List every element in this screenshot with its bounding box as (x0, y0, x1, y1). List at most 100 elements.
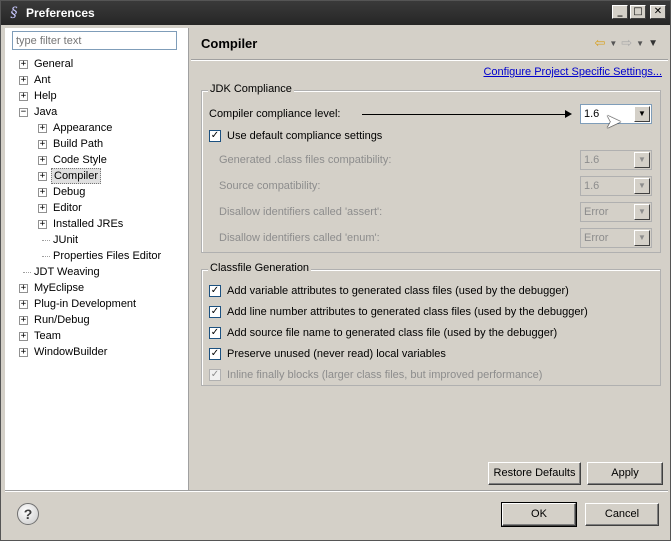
configure-project-settings-link[interactable]: Configure Project Specific Settings... (483, 66, 662, 78)
expand-icon[interactable]: + (19, 284, 28, 293)
chevron-down-icon[interactable]: ▼ (634, 204, 650, 220)
preferences-dialog: § Preferences _ □ ✕ +General+Ant+Help−Ja… (0, 0, 671, 541)
tree-item-plug-in-development[interactable]: + Plug-in Development (5, 296, 189, 312)
use-default-compliance-checkbox[interactable]: ✓ (209, 130, 221, 142)
view-menu-icon[interactable]: ▼ (648, 38, 658, 49)
page-title: Compiler (201, 36, 258, 51)
mouse-cursor-icon: ➤ (605, 111, 622, 133)
tree-connector (23, 272, 31, 273)
back-arrow-icon[interactable]: ⇦ (594, 36, 605, 50)
expand-icon[interactable]: + (19, 92, 28, 101)
tree-item-windowbuilder[interactable]: + WindowBuilder (5, 344, 189, 360)
tree-item-team[interactable]: + Team (5, 328, 189, 344)
source-compat-value: 1.6 (584, 180, 600, 192)
tree-item-compiler[interactable]: + Compiler (5, 168, 189, 184)
eclipse-icon: § (10, 5, 18, 21)
generated-compat-combo[interactable]: 1.6 ▼ (580, 150, 652, 170)
chevron-down-icon[interactable]: ▼ (634, 106, 650, 122)
restore-defaults-button[interactable]: Restore Defaults (488, 462, 581, 485)
expand-icon[interactable]: + (38, 204, 47, 213)
tree-item-label: Properties Files Editor (53, 250, 162, 262)
cancel-button[interactable]: Cancel (585, 503, 659, 526)
title-bar[interactable]: § Preferences _ □ ✕ (1, 1, 670, 25)
expand-icon[interactable]: + (19, 76, 28, 85)
chevron-down-icon[interactable]: ▼ (634, 230, 650, 246)
collapse-icon[interactable]: − (19, 108, 28, 117)
pointer-arrow-line (362, 114, 566, 115)
tree-item-help[interactable]: + Help (5, 88, 189, 104)
filter-input[interactable] (12, 31, 177, 50)
expand-icon[interactable]: + (38, 140, 47, 149)
preference-tree-pane: +General+Ant+Help−Java+Appearance+Build … (5, 28, 189, 490)
expand-icon[interactable]: + (38, 156, 47, 165)
compiler-page: Compiler ⇦ ▼ ⇨ ▼ ▼ Configure Project Spe… (191, 28, 668, 490)
assert-identifier-value: Error (584, 206, 609, 218)
classfile-option-label: Add line number attributes to generated … (227, 306, 588, 318)
tree-item-appearance[interactable]: + Appearance (5, 120, 189, 136)
source-compat-combo[interactable]: 1.6 ▼ (580, 176, 652, 196)
assert-identifier-combo[interactable]: Error ▼ (580, 202, 652, 222)
back-dropdown-icon[interactable]: ▼ (609, 39, 617, 48)
tree-item-debug[interactable]: + Debug (5, 184, 189, 200)
classfile-option-checkbox[interactable]: ✓ (209, 369, 221, 381)
tree-item-ant[interactable]: + Ant (5, 72, 189, 88)
preference-tree: + General + Ant + Help − Java + Appearance + Build … (5, 56, 189, 360)
tree-item-label: Code Style (53, 154, 107, 166)
expand-icon[interactable]: + (19, 60, 28, 69)
ok-button[interactable]: OK (501, 502, 577, 527)
classfile-option-row[interactable]: ✓ Add variable attributes to generated cl… (209, 282, 649, 300)
use-default-compliance-row[interactable]: ✓ Use default compliance settings (209, 127, 509, 145)
expand-icon[interactable]: + (19, 348, 28, 357)
tree-item-jdt-weaving[interactable]: JDT Weaving (5, 264, 189, 280)
expand-icon[interactable]: + (19, 332, 28, 341)
classfile-generation-group: Classfile Generation ✓ Add variable attri… (201, 262, 661, 386)
classfile-option-row[interactable]: ✓ Inline finally blocks (larger class fil… (209, 366, 649, 384)
chevron-down-icon[interactable]: ▼ (634, 178, 650, 194)
classfile-option-checkbox[interactable]: ✓ (209, 306, 221, 318)
classfile-option-checkbox[interactable]: ✓ (209, 348, 221, 360)
source-compat-label: Source compatibility: (219, 180, 321, 192)
footer-separator (5, 490, 668, 492)
help-icon[interactable]: ? (17, 503, 39, 525)
maximize-button[interactable]: □ (630, 5, 646, 19)
tree-item-editor[interactable]: + Editor (5, 200, 189, 216)
tree-item-code-style[interactable]: + Code Style (5, 152, 189, 168)
use-default-compliance-label: Use default compliance settings (227, 130, 383, 142)
tree-item-label: Team (34, 330, 61, 342)
minimize-button[interactable]: _ (612, 5, 628, 19)
tree-item-installed-jres[interactable]: + Installed JREs (5, 216, 189, 232)
jdk-compliance-title: JDK Compliance (208, 83, 294, 95)
forward-dropdown-icon[interactable]: ▼ (636, 39, 644, 48)
expand-icon[interactable]: + (38, 220, 47, 229)
jdk-compliance-group: JDK Compliance Compiler compliance level… (201, 83, 661, 253)
generated-compat-label: Generated .class files compatibility: (219, 154, 392, 166)
tree-item-general[interactable]: + General (5, 56, 189, 72)
tree-item-build-path[interactable]: + Build Path (5, 136, 189, 152)
expand-icon[interactable]: + (38, 124, 47, 133)
tree-item-label: Editor (53, 202, 82, 214)
compliance-level-value: 1.6 (584, 108, 600, 120)
tree-item-properties-files-editor[interactable]: Properties Files Editor (5, 248, 189, 264)
tree-item-java[interactable]: − Java (5, 104, 189, 120)
tree-item-myeclipse[interactable]: + MyEclipse (5, 280, 189, 296)
tree-item-label: MyEclipse (34, 282, 85, 294)
enum-identifier-combo[interactable]: Error ▼ (580, 228, 652, 248)
chevron-down-icon[interactable]: ▼ (634, 152, 650, 168)
expand-icon[interactable]: + (38, 188, 47, 197)
tree-item-label: Installed JREs (53, 218, 124, 230)
expand-icon[interactable]: + (19, 300, 28, 309)
compliance-level-label: Compiler compliance level: (209, 108, 341, 120)
classfile-option-checkbox[interactable]: ✓ (209, 327, 221, 339)
classfile-option-row[interactable]: ✓ Add line number attributes to generated… (209, 303, 649, 321)
expand-icon[interactable]: + (38, 172, 47, 181)
apply-button[interactable]: Apply (587, 462, 663, 485)
classfile-option-row[interactable]: ✓ Add source file name to generated class… (209, 324, 649, 342)
classfile-option-label: Add source file name to generated class … (227, 327, 558, 339)
tree-item-run-debug[interactable]: + Run/Debug (5, 312, 189, 328)
close-button[interactable]: ✕ (650, 5, 666, 19)
tree-item-junit[interactable]: JUnit (5, 232, 189, 248)
classfile-option-row[interactable]: ✓ Preserve unused (never read) local vari… (209, 345, 649, 363)
forward-arrow-icon[interactable]: ⇨ (621, 36, 632, 50)
expand-icon[interactable]: + (19, 316, 28, 325)
classfile-option-checkbox[interactable]: ✓ (209, 285, 221, 297)
